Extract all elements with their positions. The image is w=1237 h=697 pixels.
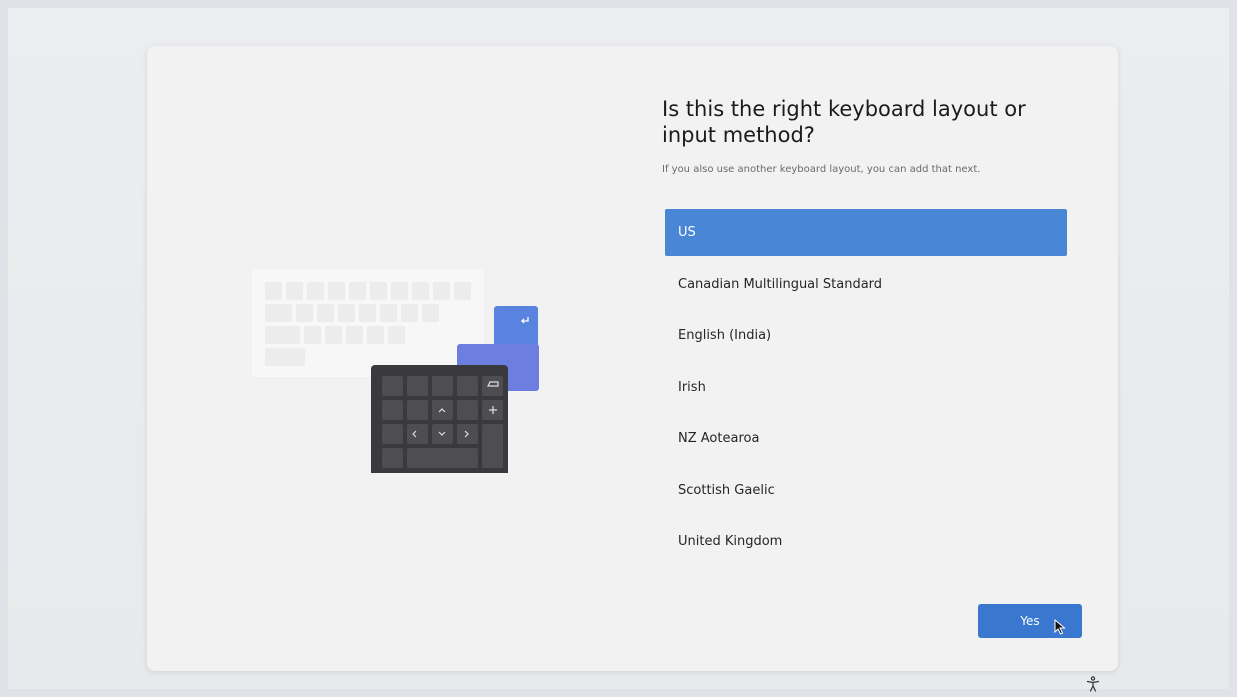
layout-option-nz-aotearoa[interactable]: NZ Aotearoa bbox=[665, 415, 1067, 462]
layout-option-us[interactable]: US bbox=[665, 209, 1067, 256]
layout-option-label: Scottish Gaelic bbox=[678, 482, 775, 498]
layout-option-english-india[interactable]: English (India) bbox=[665, 312, 1067, 359]
keyboard-layout-list: US Canadian Multilingual Standard Englis… bbox=[665, 209, 1067, 570]
accessibility-icon[interactable] bbox=[1086, 676, 1100, 692]
oobe-screen: Is this the right keyboard layout or inp… bbox=[8, 8, 1229, 689]
layout-option-label: Canadian Multilingual Standard bbox=[678, 276, 883, 292]
keyboard-illustration-icon bbox=[251, 268, 539, 473]
layout-option-label: NZ Aotearoa bbox=[678, 431, 760, 446]
page-subtitle: If you also use another keyboard layout,… bbox=[662, 164, 981, 175]
layout-option-irish[interactable]: Irish bbox=[665, 364, 1067, 411]
layout-option-label: Irish bbox=[678, 379, 706, 395]
layout-option-label: United Kingdom bbox=[678, 534, 783, 549]
yes-button[interactable]: Yes bbox=[978, 604, 1082, 638]
layout-option-canadian-multilingual-standard[interactable]: Canadian Multilingual Standard bbox=[665, 261, 1067, 308]
layout-option-scottish-gaelic[interactable]: Scottish Gaelic bbox=[665, 467, 1067, 514]
page-title: Is this the right keyboard layout or inp… bbox=[662, 97, 1026, 147]
mouse-pointer-icon bbox=[1054, 619, 1066, 635]
layout-option-united-kingdom[interactable]: United Kingdom bbox=[665, 518, 1067, 565]
layout-option-label: English (India) bbox=[678, 328, 772, 343]
layout-option-label: US bbox=[678, 225, 696, 240]
setup-card: Is this the right keyboard layout or inp… bbox=[147, 46, 1118, 671]
